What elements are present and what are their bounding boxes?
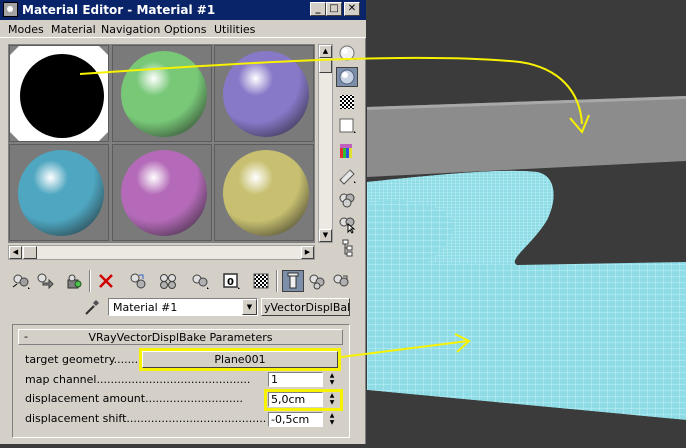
- annotation-arrows: [79, 56, 590, 358]
